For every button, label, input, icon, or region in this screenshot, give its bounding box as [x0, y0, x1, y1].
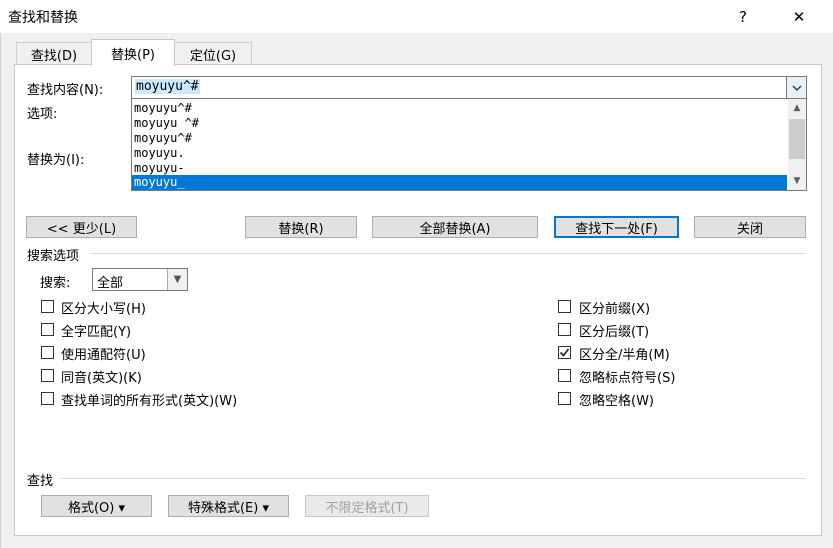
window-border	[0, 33, 1, 548]
replace-all-button[interactable]: 全部替换(A)	[372, 216, 538, 238]
tab-replace[interactable]: 替换(P)	[91, 39, 175, 66]
match-width-checkbox[interactable]	[558, 346, 571, 359]
all-word-forms-label: 查找单词的所有形式(英文)(W)	[61, 394, 238, 409]
find-next-button[interactable]: 查找下一处(F)	[554, 216, 679, 238]
match-case-label: 区分大小写(H)	[61, 302, 146, 317]
search-options-title: 搜索选项	[27, 249, 80, 264]
chevron-down-icon	[792, 85, 801, 91]
options-label: 选项:	[27, 107, 58, 122]
find-input[interactable]: moyuyu^#	[131, 76, 807, 99]
close-button[interactable]: 关闭	[694, 216, 806, 238]
search-scope-label: 搜索:	[40, 276, 71, 291]
wildcards-checkbox[interactable]	[41, 346, 54, 359]
format-button[interactable]: 格式(O) ▾	[41, 495, 152, 517]
list-item[interactable]: moyuyu^#	[132, 131, 787, 146]
search-scope-select[interactable]: 全部 ▼	[92, 268, 188, 291]
list-item[interactable]: moyuyu.	[132, 146, 787, 161]
search-scope-value: 全部	[97, 276, 124, 291]
less-button[interactable]: << 更少(L)	[26, 216, 137, 238]
match-suffix-checkbox[interactable]	[558, 323, 571, 336]
replace-button[interactable]: 替换(R)	[245, 216, 357, 238]
chevron-down-icon: ▼	[167, 269, 187, 290]
divider	[60, 478, 806, 479]
title-bar	[0, 0, 833, 33]
list-item[interactable]: moyuyu-	[132, 161, 787, 176]
match-case-checkbox[interactable]	[41, 300, 54, 313]
match-suffix-label: 区分后缀(T)	[579, 325, 650, 340]
find-history-list[interactable]: moyuyu^# moyuyu ^# moyuyu^# moyuyu. moyu…	[131, 98, 807, 191]
window-title: 查找和替换	[8, 10, 78, 26]
ignore-whitespace-checkbox[interactable]	[558, 392, 571, 405]
checkmark-icon	[559, 348, 570, 357]
find-dropdown-toggle[interactable]	[786, 77, 806, 98]
scroll-thumb[interactable]	[789, 119, 805, 159]
find-label: 查找内容(N):	[27, 83, 104, 98]
find-section-title: 查找	[27, 474, 54, 489]
ignore-punctuation-label: 忽略标点符号(S)	[579, 371, 676, 386]
all-word-forms-checkbox[interactable]	[41, 392, 54, 405]
match-width-label: 区分全/半角(M)	[579, 348, 670, 363]
scroll-down-icon[interactable]: ▼	[788, 172, 806, 189]
match-prefix-checkbox[interactable]	[558, 300, 571, 313]
find-input-value: moyuyu^#	[135, 79, 200, 94]
close-window-button[interactable]: ✕	[776, 0, 822, 33]
replace-label: 替换为(I):	[27, 153, 85, 168]
scroll-up-icon[interactable]: ▲	[788, 99, 806, 116]
whole-word-checkbox[interactable]	[41, 323, 54, 336]
ignore-punctuation-checkbox[interactable]	[558, 369, 571, 382]
special-format-button[interactable]: 特殊格式(E) ▾	[168, 495, 289, 517]
wildcards-label: 使用通配符(U)	[61, 348, 146, 363]
tab-goto[interactable]: 定位(G)	[174, 42, 252, 65]
help-button[interactable]: ?	[720, 0, 766, 33]
list-item[interactable]: moyuyu^#	[132, 101, 787, 116]
list-item[interactable]: moyuyu ^#	[132, 116, 787, 131]
sounds-like-label: 同音(英文)(K)	[61, 371, 142, 386]
tab-find[interactable]: 查找(D)	[16, 42, 92, 65]
list-scrollbar[interactable]: ▲ ▼	[788, 99, 806, 190]
ignore-whitespace-label: 忽略空格(W)	[579, 394, 654, 409]
divider	[90, 253, 806, 254]
no-formatting-button[interactable]: 不限定格式(T)	[305, 495, 429, 517]
match-prefix-label: 区分前缀(X)	[579, 302, 651, 317]
whole-word-label: 全字匹配(Y)	[61, 325, 132, 340]
list-item-selected[interactable]: moyuyu_	[132, 175, 787, 190]
sounds-like-checkbox[interactable]	[41, 369, 54, 382]
